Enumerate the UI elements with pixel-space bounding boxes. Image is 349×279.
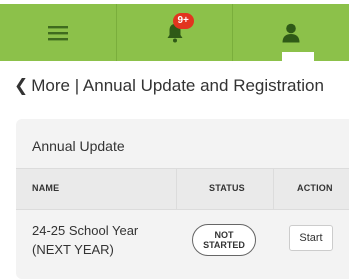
column-divider xyxy=(176,169,177,209)
start-button[interactable]: Start xyxy=(289,225,333,251)
status-line-2: STARTED xyxy=(203,240,245,250)
column-divider xyxy=(273,169,274,209)
school-year-sublabel: (NEXT YEAR) xyxy=(32,242,114,257)
column-header-name: NAME xyxy=(32,183,60,193)
annual-update-panel: Annual Update NAME STATUS ACTION 24-25 S… xyxy=(16,119,349,279)
table-row: 24-25 School Year (NEXT YEAR) NOT STARTE… xyxy=(16,210,349,270)
status-line-1: NOT xyxy=(214,230,234,240)
page-title-text: More | Annual Update and Registration xyxy=(31,76,324,95)
notifications-wrapper: 9+ xyxy=(161,12,194,47)
table-header: NAME STATUS ACTION xyxy=(16,168,349,210)
hamburger-icon xyxy=(47,25,68,40)
menu-button[interactable] xyxy=(0,4,116,61)
notification-badge: 9+ xyxy=(172,12,194,29)
notifications-button[interactable]: 9+ xyxy=(115,4,233,61)
school-year-label: 24-25 School Year xyxy=(32,223,139,238)
chevron-left-icon[interactable]: ❮ xyxy=(14,76,28,96)
panel-title: Annual Update xyxy=(32,138,125,154)
overlay-patch xyxy=(282,52,314,74)
school-year-name: 24-25 School Year (NEXT YEAR) xyxy=(32,221,138,259)
status-badge: NOT STARTED xyxy=(192,224,256,256)
user-icon xyxy=(282,23,300,42)
column-header-action: ACTION xyxy=(297,183,333,193)
page-title: ❮ More | Annual Update and Registration xyxy=(14,76,344,108)
column-header-status: STATUS xyxy=(209,183,245,193)
